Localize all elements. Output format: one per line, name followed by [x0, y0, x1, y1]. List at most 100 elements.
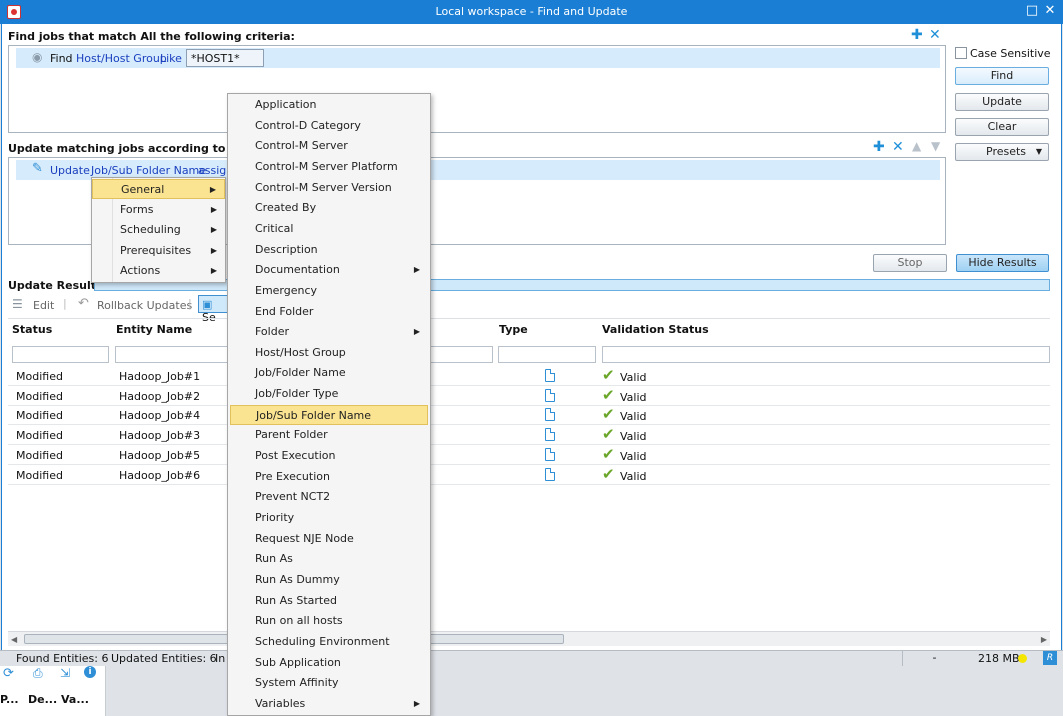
- bottom-col-2[interactable]: De...: [28, 693, 57, 706]
- stop-button[interactable]: Stop: [873, 254, 947, 272]
- find-operator[interactable]: Like: [160, 52, 182, 65]
- menu-item-prerequisites[interactable]: Prerequisites ▶: [92, 241, 225, 261]
- menu-item-label: Job/Folder Name: [255, 366, 346, 380]
- presets-button[interactable]: Presets ▼: [955, 143, 1049, 161]
- pencil-icon[interactable]: ✎: [32, 161, 43, 176]
- export-icon[interactable]: ⇲: [60, 666, 70, 680]
- table-row[interactable]: Modified Hadoop_Job#3 ✔ Valid: [8, 425, 1050, 446]
- filter-type[interactable]: [498, 346, 596, 363]
- bottom-col-3[interactable]: Va...: [61, 693, 89, 706]
- field-menu-item[interactable]: Run As Started: [230, 591, 428, 611]
- col-validation[interactable]: Validation Status: [602, 323, 709, 336]
- case-sensitive-checkbox[interactable]: [955, 47, 967, 59]
- menu-item-general[interactable]: General ▶: [92, 179, 225, 199]
- field-menu-item[interactable]: Control-D Category: [230, 116, 428, 136]
- col-entity-name[interactable]: Entity Name: [116, 323, 192, 336]
- field-menu-item[interactable]: Job/Folder Type: [230, 384, 428, 404]
- clear-button[interactable]: Clear: [955, 118, 1049, 136]
- field-menu-item[interactable]: Documentation ▶: [230, 260, 428, 280]
- move-down-icon[interactable]: ▼: [931, 139, 940, 153]
- field-menu-item[interactable]: Job/Folder Name: [230, 363, 428, 383]
- field-menu-item[interactable]: Pre Execution: [230, 467, 428, 487]
- field-menu-item[interactable]: Control-M Server Version: [230, 178, 428, 198]
- field-menu-item[interactable]: Control-M Server: [230, 136, 428, 156]
- field-menu-item[interactable]: End Folder: [230, 302, 428, 322]
- menu-item-forms[interactable]: Forms ▶: [92, 200, 225, 220]
- field-menu-item[interactable]: Sub Application: [230, 653, 428, 673]
- hide-results-button[interactable]: Hide Results: [956, 254, 1049, 272]
- filter-entity[interactable]: [115, 346, 235, 363]
- menu-item-label: Post Execution: [255, 449, 336, 463]
- rollback-button[interactable]: Rollback Updates: [97, 299, 192, 312]
- field-menu-item[interactable]: Run As: [230, 549, 428, 569]
- printer-icon[interactable]: ⎙: [33, 666, 43, 681]
- field-menu-item[interactable]: Created By: [230, 198, 428, 218]
- results-divider: [8, 318, 1050, 319]
- table-row[interactable]: Modified Hadoop_Job#1 ✔ Valid: [8, 366, 1050, 386]
- select-button[interactable]: ▣ Se: [198, 295, 230, 324]
- field-menu-item[interactable]: Post Execution: [230, 446, 428, 466]
- status-truncated: In: [215, 652, 226, 665]
- col-type[interactable]: Type: [499, 323, 528, 336]
- scroll-right-icon[interactable]: ▶: [1041, 635, 1047, 644]
- field-menu-item[interactable]: Variables ▶: [230, 694, 428, 714]
- status-dash: -: [902, 651, 966, 666]
- update-field[interactable]: Job/Sub Folder Name: [91, 164, 206, 177]
- field-menu-item[interactable]: Parent Folder: [230, 425, 428, 445]
- field-menu-item[interactable]: Host/Host Group: [230, 343, 428, 363]
- field-menu-item[interactable]: Description: [230, 240, 428, 260]
- col-status[interactable]: Status: [12, 323, 52, 336]
- find-criteria-row[interactable]: ◉ Find Host/Host Group Like *HOST1*: [16, 48, 940, 68]
- submenu-arrow-icon: ▶: [209, 185, 216, 194]
- field-menu-item[interactable]: Prevent NCT2: [230, 487, 428, 507]
- results-table: Modified Hadoop_Job#1 ✔ Valid Modified Hadoop…: [8, 366, 1050, 486]
- menu-item-label: Created By: [255, 201, 317, 215]
- undo-icon[interactable]: ↶: [78, 296, 89, 311]
- bottom-col-1[interactable]: P...: [0, 693, 19, 706]
- table-row[interactable]: Modified Hadoop_Job#5 ✔ Valid: [8, 445, 1050, 465]
- find-button[interactable]: Find: [955, 67, 1049, 85]
- edit-button[interactable]: Edit: [33, 299, 54, 312]
- field-menu-item[interactable]: Run As Dummy: [230, 570, 428, 590]
- filter-validation[interactable]: [602, 346, 1050, 363]
- field-menu-item[interactable]: Job/Sub Folder Name: [230, 404, 428, 425]
- field-menu-item[interactable]: System Affinity: [230, 673, 428, 693]
- table-row[interactable]: Modified Hadoop_Job#4 ✔ Valid: [8, 405, 1050, 426]
- field-menu-item[interactable]: Scheduling Environment: [230, 632, 428, 652]
- horizontal-scrollbar[interactable]: ◀ ▶: [8, 631, 1050, 646]
- filter-unknown[interactable]: [425, 346, 493, 363]
- find-value-input[interactable]: *HOST1*: [186, 49, 264, 67]
- status-bar: Found Entities: 6 Updated Entities: 6 In…: [0, 650, 1063, 666]
- field-menu-item[interactable]: Priority: [230, 508, 428, 528]
- find-field[interactable]: Host/Host Group: [76, 52, 167, 65]
- scroll-left-icon[interactable]: ◀: [11, 635, 17, 644]
- menu-item-label: Folder: [255, 325, 289, 339]
- menu-item-label: Forms: [120, 202, 154, 216]
- field-menu-item[interactable]: Request NJE Node: [230, 529, 428, 549]
- field-menu-item[interactable]: Folder ▶: [230, 322, 428, 342]
- menu-item-scheduling[interactable]: Scheduling ▶: [92, 220, 225, 240]
- filter-status[interactable]: [12, 346, 109, 363]
- eye-icon[interactable]: ◉: [32, 50, 42, 64]
- table-row[interactable]: Modified Hadoop_Job#2 ✔ Valid: [8, 386, 1050, 406]
- r-icon[interactable]: R: [1043, 651, 1057, 665]
- add-criteria-icon[interactable]: ✚: [911, 27, 923, 43]
- add-update-icon[interactable]: ✚: [873, 139, 885, 155]
- update-button[interactable]: Update: [955, 93, 1049, 111]
- field-menu-item[interactable]: Control-M Server Platform: [230, 157, 428, 177]
- field-menu-item[interactable]: Run on all hosts: [230, 611, 428, 631]
- menu-item-actions[interactable]: Actions ▶: [92, 261, 225, 281]
- table-row[interactable]: Modified Hadoop_Job#6 ✔ Valid: [8, 465, 1050, 485]
- remove-criteria-icon[interactable]: ✕: [929, 27, 941, 43]
- field-menu-item[interactable]: Critical: [230, 219, 428, 239]
- move-up-icon[interactable]: ▲: [912, 139, 921, 153]
- remove-update-icon[interactable]: ✕: [892, 139, 904, 155]
- field-menu-item[interactable]: Emergency: [230, 281, 428, 301]
- info-icon[interactable]: i: [84, 666, 96, 678]
- close-window-button[interactable]: ✕: [1042, 3, 1058, 19]
- menu-item-label: Control-M Server Version: [255, 180, 392, 194]
- field-menu-item[interactable]: Application: [230, 95, 428, 115]
- list-icon[interactable]: ☰: [12, 297, 30, 311]
- refresh-icon[interactable]: ⟳: [3, 666, 14, 681]
- maximize-button[interactable]: □: [1024, 3, 1040, 19]
